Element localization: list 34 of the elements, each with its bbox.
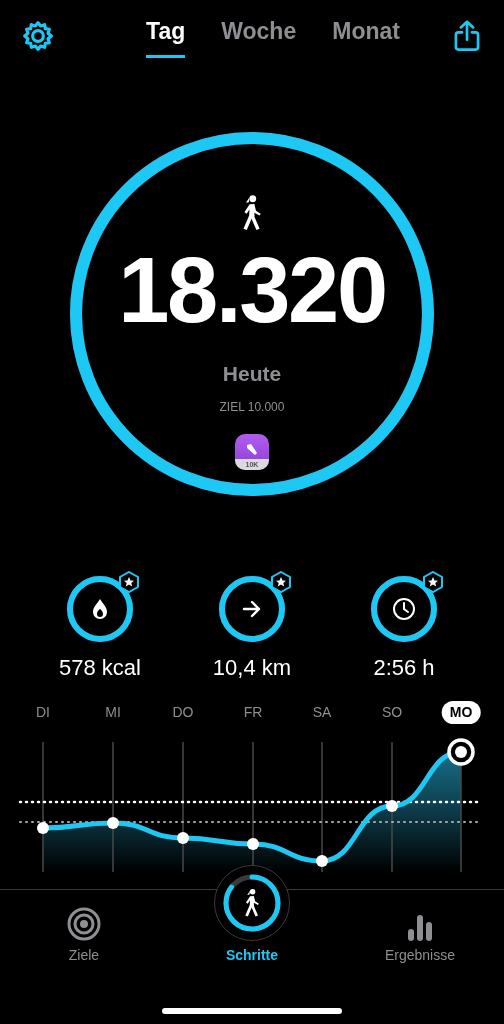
day-label[interactable]: SO — [373, 701, 411, 724]
data-point — [37, 822, 49, 834]
day-label[interactable]: FR — [235, 701, 271, 724]
selected-data-point — [447, 738, 475, 766]
clock-icon — [392, 597, 416, 621]
period-tab[interactable]: Monat — [332, 14, 400, 58]
tab-label[interactable]: Ziele — [68, 945, 100, 966]
data-point — [386, 800, 398, 812]
tab-label[interactable]: Ergebnisse — [384, 945, 455, 966]
stat-value: 10,4 km — [212, 654, 292, 682]
period-tab[interactable]: Tag — [146, 14, 186, 58]
day-label[interactable]: MO — [441, 701, 481, 724]
target-icon[interactable] — [67, 907, 101, 941]
day-label[interactable]: DI — [28, 701, 58, 724]
arrow-icon — [242, 600, 262, 618]
tab-label[interactable]: Schritte — [225, 945, 279, 966]
bar-chart-icon[interactable] — [407, 913, 433, 941]
data-point — [177, 832, 189, 844]
settings-icon[interactable] — [22, 20, 54, 52]
period-label: Heute — [222, 361, 282, 387]
stat-value: 2:56 h — [373, 654, 435, 682]
day-label[interactable]: DO — [164, 701, 202, 724]
period-tab[interactable]: Woche — [221, 14, 297, 58]
progress-ring — [223, 874, 281, 932]
goal-label: ZIEL 10.000 — [219, 398, 285, 416]
data-point — [316, 855, 328, 867]
data-point — [107, 817, 119, 829]
day-label[interactable]: SA — [304, 701, 340, 724]
step-count: 18.320 — [118, 244, 386, 336]
flame-icon — [91, 598, 109, 620]
stat-value: 578 kcal — [59, 654, 141, 682]
data-point — [247, 838, 259, 850]
share-icon[interactable] — [452, 20, 482, 52]
day-label[interactable]: MI — [97, 701, 129, 724]
